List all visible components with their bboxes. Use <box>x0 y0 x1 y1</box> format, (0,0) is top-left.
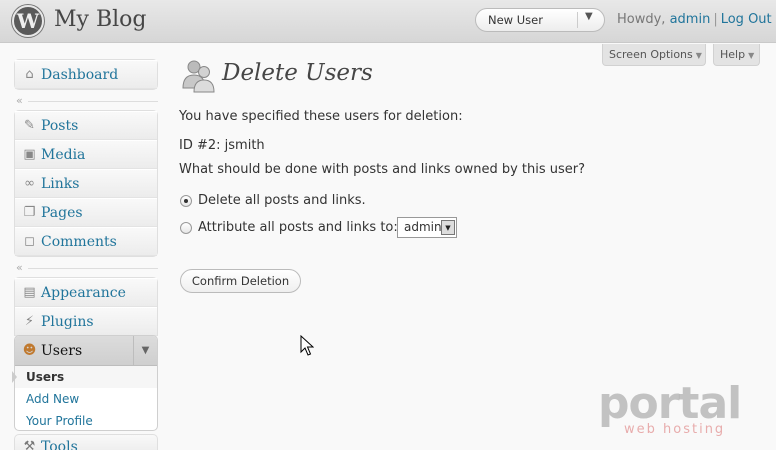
submenu-item-your-profile[interactable]: Your Profile <box>15 410 157 430</box>
attribute-option-label[interactable]: Attribute all posts and links to: <box>198 220 398 235</box>
watermark-brand: portal <box>598 378 742 429</box>
logout-link[interactable]: Log Out <box>721 12 772 27</box>
users-page-icon <box>182 60 215 93</box>
question-text: What should be done with posts and links… <box>179 162 586 177</box>
home-icon: ⌂ <box>25 67 34 82</box>
menu-item-links[interactable]: ∞ Links <box>15 169 157 198</box>
wordpress-logo-icon: W <box>12 5 44 37</box>
confirm-deletion-button[interactable]: Confirm Deletion <box>180 269 301 293</box>
chevron-down-icon[interactable]: ▼ <box>585 11 593 22</box>
menu-item-tools[interactable]: ⚒ Tools <box>14 434 158 450</box>
menu-group-content: ✎ Posts ▣ Media ∞ Links ❐ Pages ◻ Commen… <box>14 110 158 257</box>
menu-item-label: Pages <box>41 204 83 221</box>
users-icon: ☻ <box>22 343 37 358</box>
menu-item-dashboard[interactable]: ⌂ Dashboard <box>15 60 157 89</box>
chevron-down-icon[interactable]: ▼ <box>441 220 455 235</box>
plug-icon: ⚡ <box>24 314 35 329</box>
divider: | <box>713 12 718 27</box>
menu-item-label: Tools <box>41 439 78 450</box>
menu-item-plugins[interactable]: ⚡ Plugins <box>15 307 157 336</box>
menu-item-label: Comments <box>41 233 117 250</box>
appearance-icon: ▤ <box>23 285 36 300</box>
tools-icon: ⚒ <box>23 439 36 450</box>
menu-item-pages[interactable]: ❐ Pages <box>15 198 157 227</box>
pushpin-icon: ✎ <box>24 118 35 133</box>
user-info: Howdy, admin | Log Out <box>617 12 772 27</box>
admin-header: W My Blog New User ▼ Howdy, admin | Log Ou… <box>0 0 776 43</box>
collapse-arrow-icon[interactable]: « <box>16 94 23 107</box>
favorite-divider <box>577 12 578 28</box>
menu-item-label: Dashboard <box>41 66 119 83</box>
menu-item-label: Users <box>41 342 83 359</box>
submenu-item-add-new[interactable]: Add New <box>15 388 157 410</box>
menu-toggle-chevron-icon[interactable]: ▼ <box>133 336 157 366</box>
menu-item-label: Posts <box>41 117 79 134</box>
separator <box>28 268 158 269</box>
favorite-actions-dropdown[interactable]: New User ▼ <box>475 8 605 32</box>
submenu-item-users[interactable]: Users <box>15 366 157 388</box>
media-icon: ▣ <box>23 147 36 162</box>
menu-item-media[interactable]: ▣ Media <box>15 140 157 169</box>
menu-group-settings: ▤ Appearance ⚡ Plugins <box>14 277 158 336</box>
watermark-tagline: web hosting <box>624 422 726 437</box>
menu-item-label: Media <box>41 146 86 163</box>
menu-item-posts[interactable]: ✎ Posts <box>15 111 157 140</box>
reassign-user-select[interactable]: admin ▼ <box>397 217 457 238</box>
menu-item-label: Plugins <box>41 313 94 330</box>
attribute-option-radio[interactable] <box>180 222 192 234</box>
menu-item-appearance[interactable]: ▤ Appearance <box>15 278 157 307</box>
profile-link[interactable]: admin <box>670 12 711 27</box>
menu-item-users-expanded: ☻ Users ▼ Users Add New Your Profile <box>14 335 158 431</box>
separator <box>28 101 158 102</box>
delete-option-radio[interactable] <box>180 195 192 207</box>
collapse-arrow-icon[interactable]: « <box>16 261 23 274</box>
delete-option-label[interactable]: Delete all posts and links. <box>198 193 366 208</box>
comment-icon: ◻ <box>24 234 35 249</box>
help-button[interactable]: Help ▼ <box>713 44 760 66</box>
pages-icon: ❐ <box>23 205 36 220</box>
howdy-text: Howdy, <box>617 12 666 27</box>
menu-item-users[interactable]: ☻ Users ▼ <box>15 336 157 366</box>
watermark-logo: portal web hosting <box>598 380 748 442</box>
chevron-down-icon: ▼ <box>748 51 755 60</box>
deletion-intro-text: You have specified these users for delet… <box>179 109 463 124</box>
link-icon: ∞ <box>24 176 35 191</box>
menu-item-comments[interactable]: ◻ Comments <box>15 227 157 256</box>
mouse-cursor-icon <box>300 335 314 356</box>
menu-item-label: Links <box>41 175 80 192</box>
help-label: Help <box>720 48 746 61</box>
menu-item-label: Appearance <box>41 284 126 301</box>
favorite-action-label: New User <box>488 13 543 27</box>
screen-options-button[interactable]: Screen Options ▼ <box>602 44 706 66</box>
chevron-down-icon: ▼ <box>695 51 702 60</box>
page-title: Delete Users <box>222 60 373 86</box>
reassign-user-value: admin <box>404 220 442 234</box>
site-title[interactable]: My Blog <box>54 7 146 32</box>
screen-options-label: Screen Options <box>609 48 693 61</box>
current-submenu-pointer-icon <box>12 371 17 383</box>
menu-group-dashboard: ⌂ Dashboard <box>14 59 158 90</box>
user-to-delete: ID #2: jsmith <box>179 138 265 153</box>
